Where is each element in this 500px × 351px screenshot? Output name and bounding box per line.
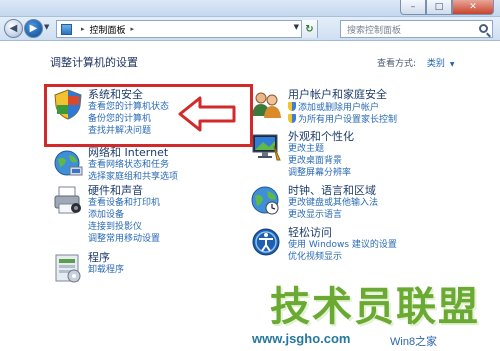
accessibility-icon[interactable]: [250, 226, 282, 258]
category-link[interactable]: 优化视频显示: [288, 252, 397, 264]
category-link[interactable]: 更改桌面背景: [288, 156, 354, 168]
breadcrumb-control-panel[interactable]: 控制面板: [90, 23, 126, 36]
category-link[interactable]: 更改主题: [288, 144, 354, 156]
window-titlebar: – □ ✕: [0, 0, 500, 17]
page-title: 调整计算机的设置: [50, 56, 138, 69]
chevron-down-icon[interactable]: ▼: [450, 61, 455, 68]
globe-network-icon[interactable]: [52, 146, 84, 178]
category-heading[interactable]: 轻松访问: [288, 226, 397, 240]
category-heading[interactable]: 网络和 Internet: [88, 146, 178, 160]
window-controls: – □ ✕: [400, 0, 494, 15]
maximize-button[interactable]: □: [426, 0, 452, 15]
category-link[interactable]: 查看网络状态和任务: [88, 160, 178, 172]
category-heading[interactable]: 用户帐户和家庭安全: [288, 88, 397, 102]
monitor-icon[interactable]: [250, 130, 282, 162]
category-heading[interactable]: 硬件和声音: [88, 184, 160, 198]
address-dropdown[interactable]: ▼: [294, 23, 299, 31]
category-link[interactable]: 连接到投影仪: [88, 222, 160, 234]
close-button[interactable]: ✕: [452, 0, 494, 15]
search-icon[interactable]: [479, 24, 488, 33]
clock-globe-icon[interactable]: [250, 184, 282, 216]
category-heading[interactable]: 外观和个性化: [288, 130, 354, 144]
search-placeholder: 搜索控制面板: [347, 25, 402, 36]
back-button[interactable]: ◀: [4, 19, 23, 38]
category-link[interactable]: 使用 Windows 建议的设置: [288, 240, 397, 252]
category-link[interactable]: 添加或删除用户帐户: [288, 102, 397, 114]
refresh-button[interactable]: ↻: [301, 20, 317, 38]
category-link[interactable]: 添加设备: [88, 210, 160, 222]
printer-icon[interactable]: [52, 184, 84, 216]
watermark-logo: 技术员联盟: [270, 284, 480, 330]
minimize-button[interactable]: –: [400, 0, 426, 15]
view-by: 查看方式: 类别 ▼: [377, 56, 454, 69]
category-link[interactable]: 调整常用移动设置: [88, 234, 160, 246]
link-text: 添加或删除用户帐户: [298, 103, 380, 113]
control-panel-icon: [61, 23, 72, 35]
category-link[interactable]: 更改显示语言: [288, 210, 378, 222]
address-input[interactable]: ▸ 控制面板 ▸ ▼ ↻: [56, 20, 318, 38]
category-heading[interactable]: 程序: [88, 251, 124, 265]
programs-icon[interactable]: [52, 251, 84, 283]
recent-pages-dropdown[interactable]: ▼: [44, 23, 49, 31]
category-heading[interactable]: 时钟、语言和区域: [288, 184, 378, 198]
category-link[interactable]: 查看设备和打印机: [88, 198, 160, 210]
category-link[interactable]: 调整屏幕分辨率: [288, 168, 354, 180]
uac-shield-icon: [288, 102, 296, 111]
search-input[interactable]: 搜索控制面板: [340, 20, 493, 38]
breadcrumb-separator[interactable]: ▸: [131, 25, 135, 33]
arrow-left-icon: [178, 96, 236, 132]
category-link[interactable]: 为所有用户设置家长控制: [288, 114, 397, 126]
uac-shield-icon: [288, 114, 296, 123]
watermark-url: www.jsgho.com: [252, 331, 351, 346]
address-toolbar: ◀ ▶ ▼ ▸ 控制面板 ▸ ▼ ↻ 搜索控制面板: [0, 17, 500, 41]
forward-button[interactable]: ▶: [24, 19, 43, 38]
view-by-dropdown[interactable]: 类别: [427, 59, 445, 69]
breadcrumb-separator[interactable]: ▸: [81, 25, 85, 33]
category-link[interactable]: 选择家庭组和共享选项: [88, 172, 178, 184]
link-text: 为所有用户设置家长控制: [298, 115, 398, 125]
category-link[interactable]: 更改键盘或其他输入法: [288, 198, 378, 210]
users-icon[interactable]: [250, 88, 282, 120]
category-link[interactable]: 卸载程序: [88, 265, 124, 277]
watermark-site: Win8之家: [390, 336, 438, 348]
view-by-label: 查看方式:: [377, 59, 417, 69]
